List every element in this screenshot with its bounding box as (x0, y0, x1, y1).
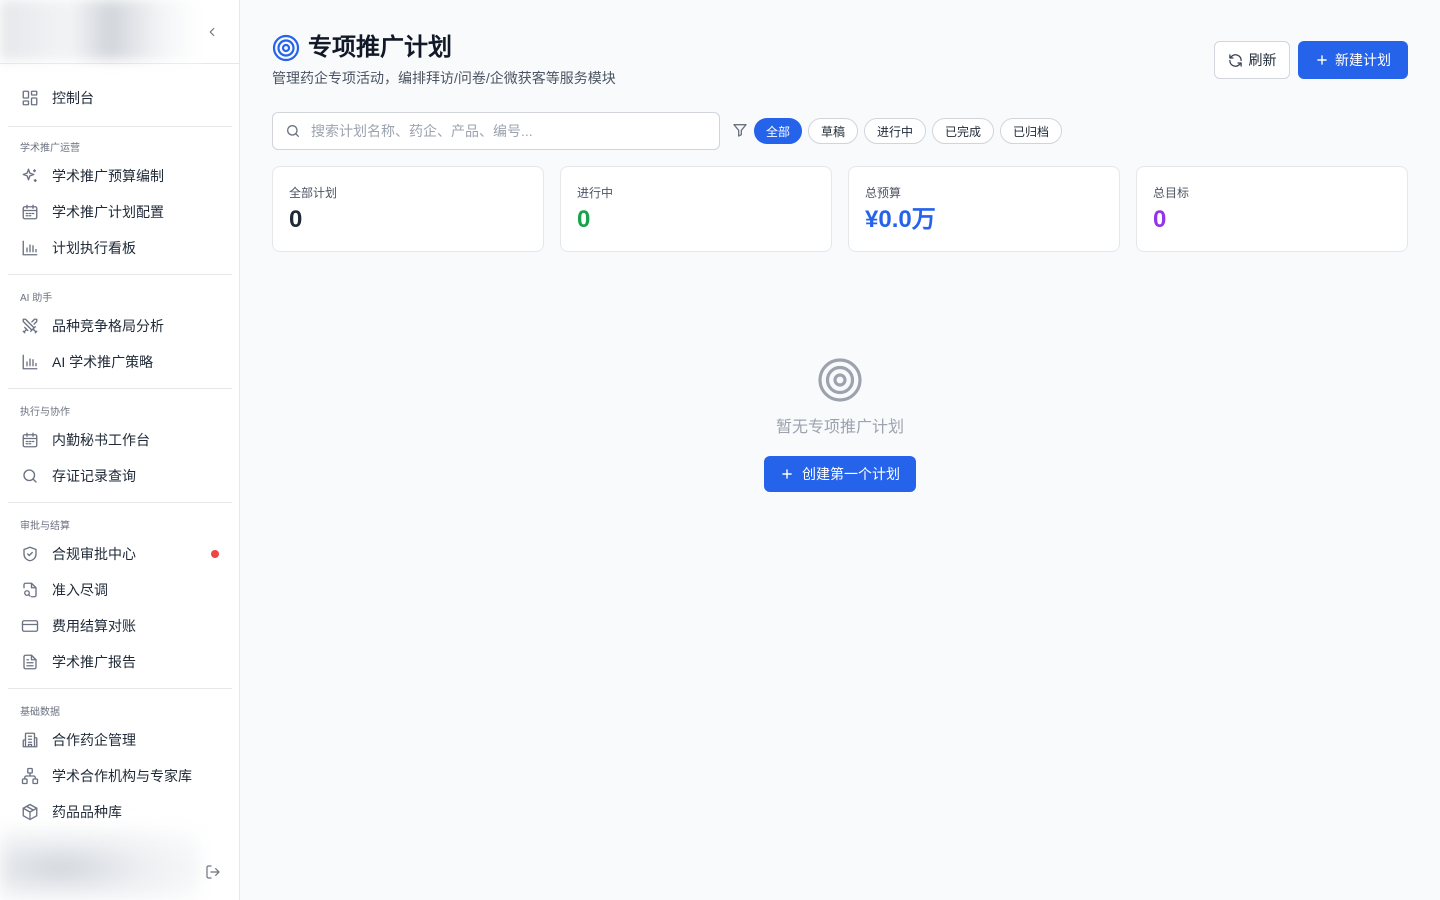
create-first-plan-label: 创建第一个计划 (802, 466, 900, 482)
section-title-operations: 学术推广运营 (20, 143, 80, 154)
stat-label: 全部计划 (289, 186, 338, 200)
filter-chip-all[interactable]: 全部 (754, 118, 802, 144)
sidebar-item-dashboard[interactable]: 控制台 (8, 80, 232, 116)
sidebar-item-secretary-workbench[interactable]: 内勤秘书工作台 (8, 422, 232, 458)
sidebar-divider (8, 388, 232, 389)
building-icon (20, 730, 40, 750)
sidebar-item-plan-config[interactable]: 学术推广计划配置 (8, 194, 232, 230)
logout-icon (206, 865, 220, 879)
plus-icon (1317, 55, 1327, 65)
refresh-button[interactable]: 刷新 (1214, 41, 1290, 79)
notification-dot (211, 550, 219, 558)
brand-logo (0, 0, 200, 60)
new-plan-button[interactable]: 新建计划 (1298, 41, 1408, 79)
plus-icon (782, 469, 792, 479)
sidebar-item-label: 内勤秘书工作台 (52, 432, 150, 448)
stat-value: 0 (577, 206, 591, 233)
sidebar-divider (8, 688, 232, 689)
chevron-left-icon (209, 27, 215, 37)
target-icon (818, 358, 862, 402)
search-input[interactable] (311, 123, 711, 139)
filter-chip-archived[interactable]: 已归档 (1000, 118, 1062, 144)
empty-state-text: 暂无专项推广计划 (775, 419, 904, 436)
credit-card-icon (20, 616, 40, 636)
refresh-icon (1228, 53, 1242, 67)
bar-chart-icon (20, 238, 40, 258)
sidebar-item-label: 学术推广计划配置 (52, 204, 164, 220)
user-avatar[interactable] (0, 828, 200, 900)
sidebar-item-label: AI 学术推广策略 (52, 354, 154, 370)
sidebar-item-label: 学术合作机构与专家库 (52, 768, 192, 784)
stat-value: 0 (1153, 206, 1167, 233)
calendar-icon (20, 202, 40, 222)
sidebar-item-label: 控制台 (52, 90, 94, 106)
logout-button[interactable] (203, 862, 223, 882)
stat-label: 总目标 (1153, 186, 1190, 200)
filter-icon (733, 124, 747, 137)
dashboard-icon (20, 88, 40, 108)
sidebar-item-drug-library[interactable]: 药品品种库 (8, 794, 232, 830)
sidebar-item-label: 药品品种库 (52, 804, 122, 820)
section-title-base-data: 基础数据 (20, 707, 60, 718)
sidebar-item-institutions-experts[interactable]: 学术合作机构与专家库 (8, 758, 232, 794)
sidebar-item-label: 计划执行看板 (52, 240, 136, 256)
sparkles-icon (20, 166, 40, 186)
sidebar-item-compliance-approval[interactable]: 合规审批中心 (8, 536, 232, 572)
calendar-icon (20, 430, 40, 450)
sidebar-item-due-diligence[interactable]: 准入尽调 (8, 572, 232, 608)
create-first-plan-button[interactable]: 创建第一个计划 (764, 456, 916, 492)
sidebar-item-label: 合规审批中心 (52, 546, 136, 562)
sidebar-item-label: 存证记录查询 (52, 468, 136, 484)
filter-chip-completed[interactable]: 已完成 (932, 118, 994, 144)
page-subtitle: 管理药企专项活动，编排拜访/问卷/企微获客等服务模块 (272, 70, 616, 86)
new-plan-label: 新建计划 (1335, 52, 1391, 68)
sidebar-item-report[interactable]: 学术推广报告 (8, 644, 232, 680)
filter-chip-draft[interactable]: 草稿 (808, 118, 858, 144)
stat-card-in-progress: 进行中 0 (560, 166, 832, 252)
stat-label: 进行中 (577, 186, 614, 200)
swords-icon (20, 316, 40, 336)
refresh-label: 刷新 (1248, 52, 1277, 68)
shield-check-icon (20, 544, 40, 564)
sidebar-item-label: 准入尽调 (52, 582, 108, 598)
stat-card-target: 总目标 0 (1136, 166, 1408, 252)
network-icon (20, 766, 40, 786)
sidebar-divider (8, 502, 232, 503)
search-icon (20, 466, 40, 486)
stat-value: ¥0.0万 (865, 206, 936, 233)
sidebar-item-competition-analysis[interactable]: 品种竞争格局分析 (8, 308, 232, 344)
stat-card-budget: 总预算 ¥0.0万 (848, 166, 1120, 252)
section-title-ai: AI 助手 (20, 293, 53, 304)
search-icon (287, 125, 299, 137)
sidebar-item-budget[interactable]: 学术推广预算编制 (8, 158, 232, 194)
filter-chip-in-progress[interactable]: 进行中 (864, 118, 926, 144)
stat-card-total: 全部计划 0 (272, 166, 544, 252)
brand-area (0, 0, 240, 64)
section-title-execution: 执行与协作 (20, 407, 70, 418)
target-icon (272, 34, 300, 62)
sidebar-item-label: 学术推广报告 (52, 654, 136, 670)
sidebar-item-evidence-query[interactable]: 存证记录查询 (8, 458, 232, 494)
stat-label: 总预算 (865, 186, 902, 200)
sidebar-item-label: 费用结算对账 (52, 618, 136, 634)
sidebar-item-execution-board[interactable]: 计划执行看板 (8, 230, 232, 266)
file-text-icon (20, 652, 40, 672)
sidebar-item-ai-strategy[interactable]: AI 学术推广策略 (8, 344, 232, 380)
sidebar-item-label: 学术推广预算编制 (52, 168, 164, 184)
collapse-sidebar-button[interactable] (202, 22, 222, 42)
page-title: 专项推广计划 (308, 34, 452, 61)
file-search-icon (20, 580, 40, 600)
sidebar: 控制台 学术推广运营 学术推广预算编制 学术推广计划配置 计划执行看板 AI 助… (0, 0, 240, 900)
sidebar-divider (8, 126, 232, 127)
bar-chart-icon (20, 352, 40, 372)
sidebar-item-label: 合作药企管理 (52, 732, 136, 748)
sidebar-item-settlement[interactable]: 费用结算对账 (8, 608, 232, 644)
stat-value: 0 (289, 206, 303, 233)
search-box (272, 112, 720, 150)
sidebar-item-label: 品种竞争格局分析 (52, 318, 164, 334)
sidebar-divider (8, 274, 232, 275)
section-title-approval: 审批与结算 (20, 521, 70, 532)
package-icon (20, 802, 40, 822)
sidebar-item-pharma-companies[interactable]: 合作药企管理 (8, 722, 232, 758)
